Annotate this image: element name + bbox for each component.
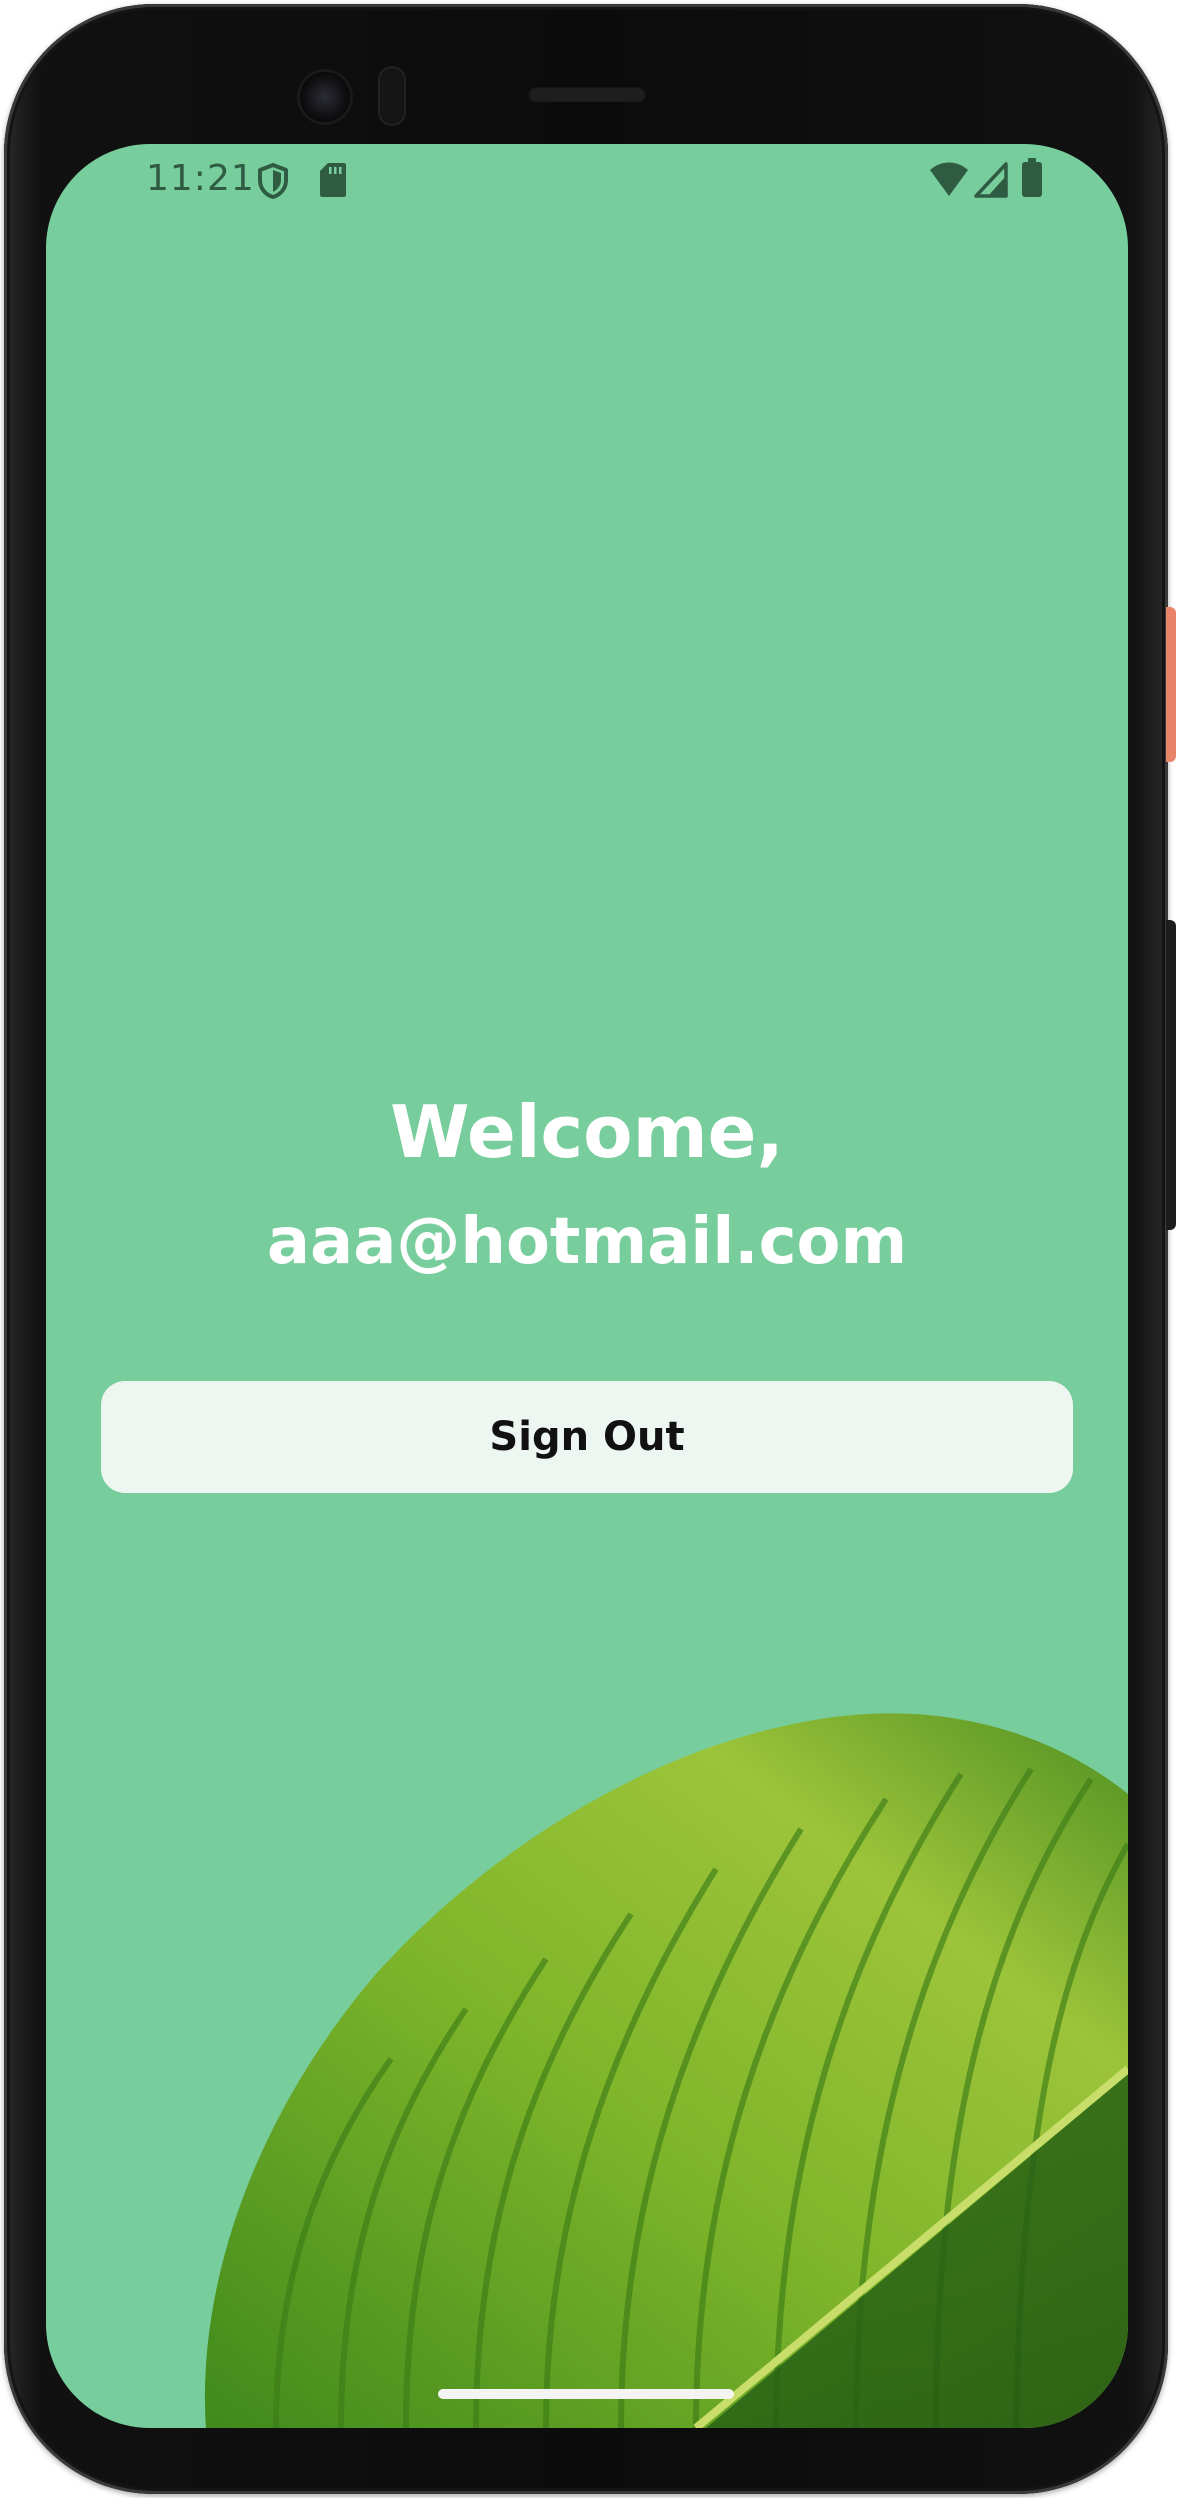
wifi-icon: [930, 162, 968, 196]
sd-card-icon: [320, 163, 346, 197]
phone-device: 11:21 Welcome, aaa@hotmail.com Sign Out: [0, 0, 1178, 2498]
proximity-sensor: [378, 66, 406, 126]
welcome-block: Welcome, aaa@hotmail.com: [46, 1084, 1128, 1290]
app-screen: 11:21 Welcome, aaa@hotmail.com Sign Out: [46, 144, 1128, 2428]
power-button: [1166, 607, 1176, 762]
front-camera: [300, 72, 350, 122]
user-email: aaa@hotmail.com: [266, 1205, 908, 1279]
status-bar: 11:21: [46, 144, 1128, 218]
sign-out-button[interactable]: Sign Out: [101, 1381, 1073, 1493]
earpiece-speaker: [528, 86, 646, 102]
shield-icon: [258, 163, 288, 199]
cellular-signal-icon: [974, 162, 1008, 198]
volume-button: [1166, 920, 1176, 1230]
leaf-shape: [204, 1713, 1128, 2428]
status-time: 11:21: [146, 158, 255, 199]
welcome-heading: Welcome,: [390, 1090, 784, 1174]
battery-icon: [1022, 158, 1042, 197]
home-indicator[interactable]: [438, 2389, 734, 2399]
leaf-illustration: [204, 1713, 1128, 2428]
